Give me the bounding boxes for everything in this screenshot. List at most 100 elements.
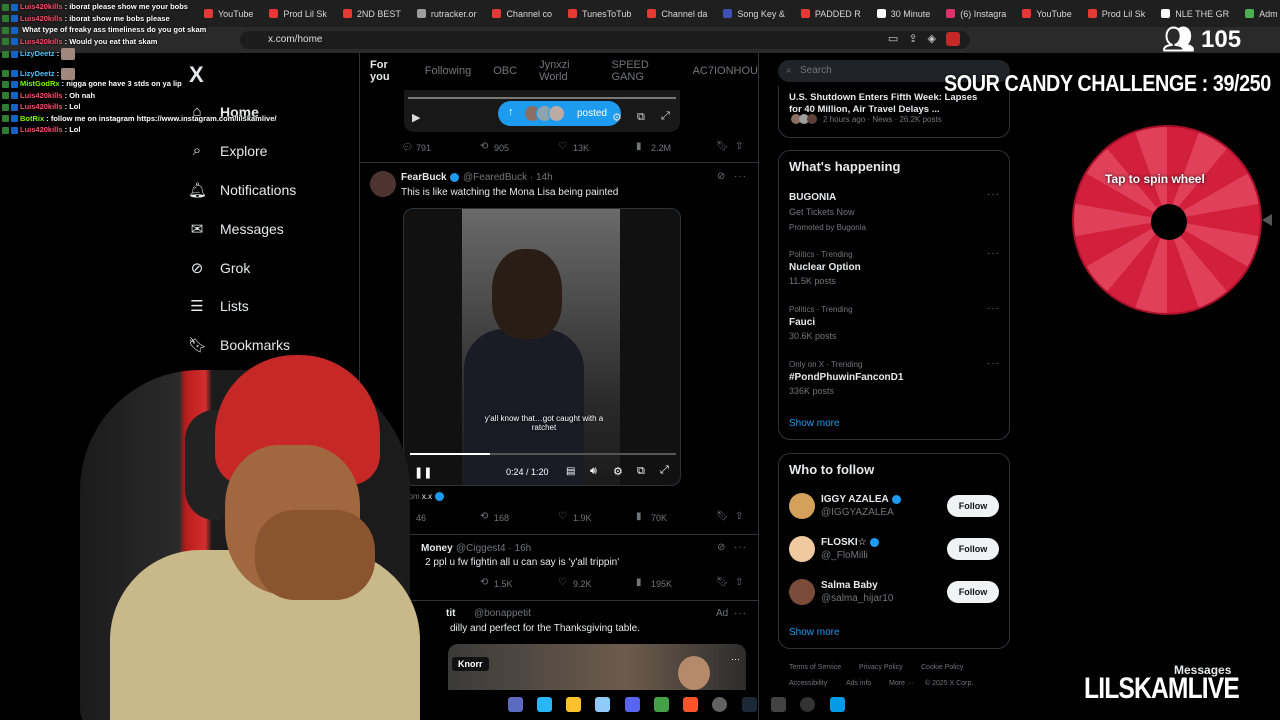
follow-button[interactable]: Follow bbox=[947, 495, 999, 517]
folder-icon[interactable] bbox=[566, 697, 581, 712]
spin-wheel[interactable] bbox=[1072, 125, 1262, 315]
author-handle[interactable]: @FearedBuck · 14h bbox=[463, 172, 553, 183]
footer-link[interactable]: Ads info bbox=[846, 680, 871, 687]
repost-icon[interactable]: ⟲ bbox=[480, 511, 488, 522]
views-icon[interactable]: ▮ bbox=[636, 511, 642, 522]
play-icon[interactable]: ▶ bbox=[412, 111, 420, 124]
follow-button[interactable]: Follow bbox=[947, 538, 999, 560]
more-icon[interactable]: ··· bbox=[987, 358, 1000, 369]
browser-tab[interactable]: YouTube bbox=[196, 0, 261, 27]
browser-tab[interactable]: Song Key & bbox=[715, 0, 793, 27]
browser-tab[interactable]: Prod Lil Sk bbox=[1080, 0, 1154, 27]
share-icon[interactable]: ⇧ bbox=[735, 511, 743, 522]
like-icon[interactable]: ♡ bbox=[558, 141, 567, 152]
grok-icon[interactable]: ⊘ bbox=[717, 171, 725, 182]
suggestion-name-text: FLOSKI☆ bbox=[821, 537, 867, 548]
chat-message: Luis420kills : Would you eat that skam bbox=[2, 37, 157, 46]
like-icon[interactable]: ♡ bbox=[558, 511, 567, 522]
extension-icon[interactable] bbox=[946, 32, 960, 46]
fullscreen-icon[interactable]: ⤢ bbox=[660, 464, 669, 477]
share-icon[interactable]: ⇧ bbox=[735, 577, 743, 588]
avatar[interactable] bbox=[789, 579, 815, 605]
author-handle[interactable]: @bonappetit bbox=[474, 608, 531, 619]
browser-tab[interactable]: (6) Instagra bbox=[938, 0, 1014, 27]
nav-item-lists[interactable]: ☰ Lists bbox=[188, 297, 249, 315]
author-name[interactable]: FearBuck bbox=[401, 172, 459, 183]
app-icon[interactable] bbox=[800, 697, 815, 712]
url-field[interactable]: x.com/home bbox=[240, 31, 970, 49]
browser-tab[interactable]: YouTube bbox=[1014, 0, 1079, 27]
like-icon[interactable]: ♡ bbox=[558, 577, 567, 588]
notes-icon[interactable] bbox=[830, 697, 845, 712]
media-progress-bar[interactable] bbox=[408, 97, 676, 99]
obs-icon[interactable] bbox=[712, 697, 727, 712]
nav-item-notifications[interactable]: 🔔︎ Notifications bbox=[188, 181, 296, 199]
views-icon[interactable]: ▮ bbox=[636, 141, 642, 152]
show-more-link[interactable]: Show more bbox=[789, 627, 840, 638]
more-icon[interactable]: ··· bbox=[987, 248, 1000, 259]
footer-link[interactable]: Accessibility bbox=[789, 680, 827, 687]
browser-tab[interactable]: NLE THE GR bbox=[1153, 0, 1237, 27]
picture-in-picture-icon[interactable]: ⧉ bbox=[637, 465, 645, 478]
volume-icon[interactable]: 🔊︎ bbox=[590, 465, 597, 478]
new-posts-pill[interactable]: ↑ posted bbox=[498, 101, 621, 126]
copilot-icon[interactable] bbox=[537, 697, 552, 712]
app-icon[interactable] bbox=[508, 697, 523, 712]
brave-shield-icon[interactable]: ◈ bbox=[928, 32, 936, 46]
repost-icon[interactable]: ⟲ bbox=[480, 141, 488, 152]
footer-link[interactable]: Cookie Policy bbox=[921, 664, 963, 671]
bookmark-icon[interactable]: 🔖︎ bbox=[716, 577, 729, 588]
settings-icon[interactable]: ⚙ bbox=[612, 111, 622, 124]
install-app-icon[interactable]: ▭ bbox=[888, 32, 898, 46]
browser-tab[interactable]: TunesToTub bbox=[560, 0, 639, 27]
more-icon[interactable]: ··· bbox=[987, 303, 1000, 314]
browser-tab[interactable]: Prod Lil Sk bbox=[261, 0, 335, 27]
picture-in-picture-icon[interactable]: ⧉ bbox=[637, 111, 645, 124]
captions-icon[interactable]: ▤ bbox=[566, 466, 575, 477]
bookmark-icon[interactable]: 🔖︎ bbox=[716, 141, 729, 152]
discord-icon[interactable] bbox=[625, 697, 640, 712]
repost-icon[interactable]: ⟲ bbox=[480, 577, 488, 588]
show-more-link[interactable]: Show more bbox=[789, 418, 840, 429]
footer-link[interactable]: More ··· bbox=[889, 680, 914, 687]
brave-icon[interactable] bbox=[683, 697, 698, 712]
browser-tab[interactable]: Channel co bbox=[484, 0, 560, 27]
browser-tab[interactable]: Adm bbox=[1237, 0, 1280, 27]
share-icon[interactable]: ⇧ bbox=[735, 141, 743, 152]
follow-button[interactable]: Follow bbox=[947, 581, 999, 603]
bookmark-icon[interactable]: 🔖︎ bbox=[716, 511, 729, 522]
steam-icon[interactable] bbox=[742, 697, 757, 712]
avatar[interactable] bbox=[789, 493, 815, 519]
nav-item-explore[interactable]: ⌕ Explore bbox=[188, 142, 268, 159]
footer-link[interactable]: Terms of Service bbox=[789, 664, 841, 671]
more-icon[interactable]: ··· bbox=[731, 654, 740, 664]
more-icon[interactable]: ··· bbox=[987, 189, 1000, 200]
fullscreen-icon[interactable]: ⤢ bbox=[661, 110, 670, 123]
reply-icon[interactable]: 💬︎ bbox=[402, 142, 413, 153]
nav-item-grok[interactable]: ⊘ Grok bbox=[188, 259, 251, 277]
more-icon[interactable]: ··· bbox=[734, 171, 747, 182]
chat-message: Luis420kills : Oh nah bbox=[2, 91, 95, 100]
more-icon[interactable]: ··· bbox=[734, 542, 747, 553]
browser-tab[interactable]: 2ND BEST bbox=[335, 0, 409, 27]
footer-link: © 2025 X Corp. bbox=[925, 680, 974, 687]
app-icon[interactable] bbox=[654, 697, 669, 712]
app-icon[interactable] bbox=[771, 697, 786, 712]
x-logo[interactable]: X bbox=[189, 62, 204, 88]
ad-media[interactable]: Knorr ··· bbox=[448, 644, 746, 690]
avatar[interactable] bbox=[370, 171, 396, 197]
browser-tab[interactable]: rutracker.or bbox=[409, 0, 485, 27]
more-icon[interactable]: ··· bbox=[734, 608, 747, 619]
nav-item-messages[interactable]: ✉ Messages bbox=[188, 220, 284, 238]
browser-tab[interactable]: PADDED R bbox=[793, 0, 869, 27]
views-icon[interactable]: ▮ bbox=[636, 577, 642, 588]
share-icon[interactable]: ⇪ bbox=[908, 32, 917, 46]
settings-icon[interactable]: ⚙ bbox=[613, 465, 623, 478]
browser-tab[interactable]: Channel da bbox=[639, 0, 715, 27]
browser-tab[interactable]: 30 Minute bbox=[869, 0, 939, 27]
footer-link[interactable]: Privacy Policy bbox=[859, 664, 903, 671]
grok-icon[interactable]: ⊘ bbox=[717, 542, 725, 553]
store-icon[interactable] bbox=[595, 697, 610, 712]
avatar[interactable] bbox=[789, 536, 815, 562]
author-handle[interactable]: @Ciggest4 · 16h bbox=[456, 543, 531, 554]
